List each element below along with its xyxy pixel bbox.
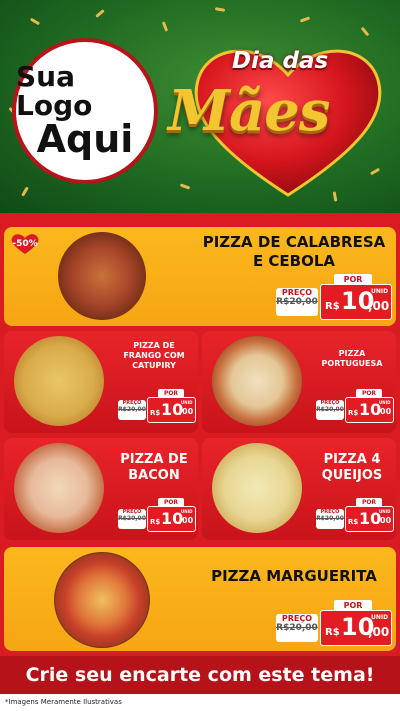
currency: R$	[325, 627, 340, 638]
price-tag: PREÇO R$20,00 POR R$ 10 ,00 UNID	[316, 389, 394, 425]
disclaimer-text: *Imagens Meramente Ilustrativas	[0, 694, 400, 711]
product-card-bacon[interactable]: PIZZA DE BACON PREÇO R$20,00 POR R$ 10 ,…	[4, 438, 198, 540]
product-name: PIZZA DE CALABRESA E CEBOLA	[194, 233, 394, 271]
price-dec: ,00	[179, 516, 194, 525]
price-tag: PREÇO R$20,00 POR R$ 10 ,00 UNID	[276, 274, 392, 322]
discount-text: -50%	[12, 239, 38, 249]
new-price-box: R$ 10 ,00 UNID	[147, 506, 196, 532]
price-tag: PREÇO R$20,00 POR R$ 10 ,00 UNID	[276, 600, 392, 648]
title-big: Mães	[168, 78, 330, 144]
product-name: PIZZA 4 QUEIJOS	[310, 452, 394, 484]
price-dec: ,00	[377, 516, 392, 525]
new-price-box: R$ 10 ,00 UNID	[345, 397, 394, 423]
confetti	[29, 17, 41, 26]
price-tag: PREÇO R$20,00 POR R$ 10 ,00 UNID	[316, 498, 394, 534]
discount-badge: -50%	[10, 233, 40, 255]
confetti	[214, 7, 226, 12]
new-price-box: R$ 10 ,00 UNID	[320, 610, 392, 646]
confetti	[360, 26, 370, 37]
old-price: R$20,00	[118, 515, 146, 522]
old-price: R$20,00	[316, 406, 344, 413]
pizza-image	[54, 552, 150, 648]
preco-label: PREÇO	[281, 288, 313, 297]
name-line1: PIZZA DE CALABRESA	[202, 233, 386, 251]
confetti	[21, 186, 29, 197]
price-tag: PREÇO R$20,00 POR R$ 10 ,00 UNID	[118, 389, 196, 425]
product-name: PIZZA PORTUGUESA	[310, 349, 394, 369]
product-card-frango[interactable]: PIZZA DE FRANGO COM CATUPIRY PREÇO R$20,…	[4, 331, 198, 433]
pizza-image	[212, 336, 302, 426]
currency: R$	[348, 518, 359, 526]
unit: UNID	[181, 509, 193, 514]
new-price-box: R$ 10 ,00 UNID	[320, 284, 392, 320]
name-line1: PIZZA 4	[323, 452, 381, 467]
new-price-box: R$ 10 ,00 UNID	[147, 397, 196, 423]
price-dec: ,00	[368, 299, 390, 313]
new-price-box: R$ 10 ,00 UNID	[345, 506, 394, 532]
logo-line2: Aqui	[36, 117, 134, 162]
price-dec: ,00	[368, 625, 390, 639]
product-card-marguerita[interactable]: PIZZA MARGUERITA PREÇO R$20,00 POR R$ 10…	[4, 547, 396, 651]
name-line2: PORTUGUESA	[321, 359, 383, 368]
unit: UNID	[371, 288, 389, 295]
price-dec: ,00	[179, 407, 194, 416]
old-price-box: PREÇO R$20,00	[316, 400, 344, 420]
unit: UNID	[379, 400, 391, 405]
name-line1: PIZZA DE	[133, 341, 175, 350]
product-name: PIZZA DE BACON	[112, 452, 196, 484]
price-dec: ,00	[377, 407, 392, 416]
price-tag: PREÇO R$20,00 POR R$ 10 ,00 UNID	[118, 498, 196, 534]
pizza-image	[212, 443, 302, 533]
old-price: R$20,00	[118, 406, 146, 413]
currency: R$	[150, 518, 161, 526]
name-line2: FRANGO COM	[123, 351, 185, 360]
name-line3: CATUPIRY	[132, 361, 176, 370]
old-price-box: PREÇO R$20,00	[276, 614, 318, 642]
old-price: R$20,00	[276, 297, 318, 307]
pizza-image	[14, 336, 104, 426]
confetti	[95, 9, 105, 18]
currency: R$	[150, 409, 161, 417]
old-price-box: PREÇO R$20,00	[276, 288, 318, 316]
unit: UNID	[371, 614, 389, 621]
pizza-image	[58, 232, 146, 320]
name-line1: PIZZA	[338, 349, 366, 358]
product-name: PIZZA DE FRANGO COM CATUPIRY	[112, 341, 196, 371]
product-name: PIZZA MARGUERITA	[194, 567, 394, 586]
pizza-image	[14, 443, 104, 533]
old-price-box: PREÇO R$20,00	[316, 509, 344, 529]
cta-banner[interactable]: Crie seu encarte com este tema!	[0, 656, 400, 694]
logo-placeholder: Sua Logo Aqui	[12, 38, 158, 184]
product-card-calabresa[interactable]: -50% PIZZA DE CALABRESA E CEBOLA PREÇO R…	[4, 227, 396, 326]
old-price: R$20,00	[276, 623, 318, 633]
title-small: Dia das	[232, 48, 329, 74]
header-banner: Sua Logo Aqui Dia das Mães	[0, 0, 400, 213]
confetti	[161, 21, 169, 32]
logo-line1: Sua Logo	[16, 59, 93, 123]
old-price-box: PREÇO R$20,00	[118, 509, 146, 529]
name-line1: PIZZA DE	[120, 452, 188, 467]
name-line2: QUEIJOS	[321, 468, 383, 483]
confetti	[299, 16, 311, 23]
name-line2: BACON	[128, 468, 180, 483]
preco-label: PREÇO	[281, 614, 313, 623]
unit: UNID	[181, 400, 193, 405]
old-price-box: PREÇO R$20,00	[118, 400, 146, 420]
unit: UNID	[379, 509, 391, 514]
currency: R$	[348, 409, 359, 417]
name-line2: E CEBOLA	[252, 252, 336, 270]
old-price: R$20,00	[316, 515, 344, 522]
currency: R$	[325, 301, 340, 312]
product-card-portuguesa[interactable]: PIZZA PORTUGUESA PREÇO R$20,00 POR R$ 10…	[202, 331, 396, 433]
product-card-4-queijos[interactable]: PIZZA 4 QUEIJOS PREÇO R$20,00 POR R$ 10 …	[202, 438, 396, 540]
name-line1: PIZZA MARGUERITA	[211, 567, 377, 585]
